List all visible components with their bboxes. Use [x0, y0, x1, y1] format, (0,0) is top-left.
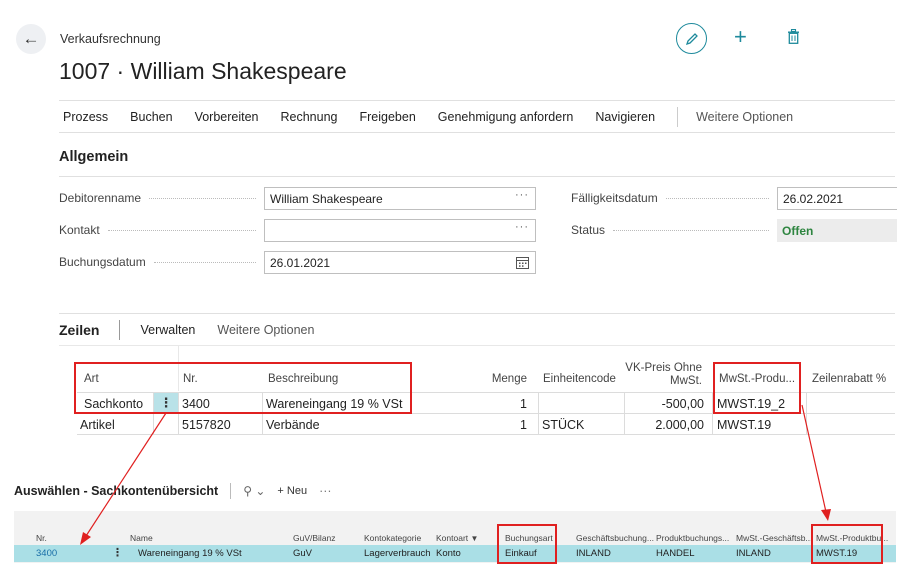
arrow-line [801, 404, 827, 513]
arrowhead [821, 509, 831, 521]
arrowhead [80, 532, 91, 545]
arrow-line [85, 412, 167, 537]
annotation-arrows [80, 404, 831, 545]
